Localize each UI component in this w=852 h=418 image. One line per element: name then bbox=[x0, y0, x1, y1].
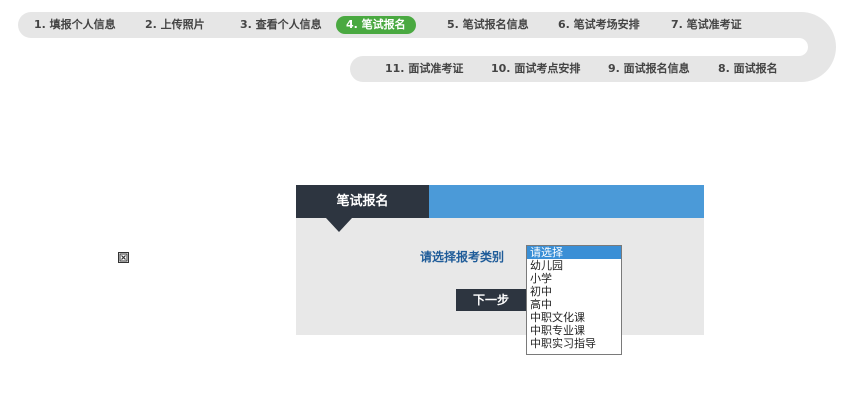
step-8-interview-signup[interactable]: 8. 面试报名 bbox=[718, 60, 778, 78]
step-5-written-signup-info[interactable]: 5. 笔试报名信息 bbox=[447, 16, 529, 34]
category-option[interactable]: 中职专业课 bbox=[527, 324, 621, 337]
category-option[interactable]: 高中 bbox=[527, 298, 621, 311]
step-10-interview-site-arrangement[interactable]: 10. 面试考点安排 bbox=[491, 60, 580, 78]
step-2-upload-photo[interactable]: 2. 上传照片 bbox=[145, 16, 205, 34]
step-7-written-admission-ticket[interactable]: 7. 笔试准考证 bbox=[671, 16, 742, 34]
step-4-written-signup[interactable]: 4. 笔试报名 bbox=[336, 16, 416, 34]
step-track-curve-gap bbox=[740, 38, 808, 56]
step-1-fill-info[interactable]: 1. 填报个人信息 bbox=[34, 16, 116, 34]
category-label: 请选择报考类别 bbox=[420, 250, 505, 264]
step-11-interview-admission-ticket[interactable]: 11. 面试准考证 bbox=[385, 60, 463, 78]
category-option[interactable]: 请选择 bbox=[527, 246, 621, 259]
category-select-listbox[interactable]: 请选择 幼儿园 小学 初中 高中 中职文化课 中职专业课 中职实习指导 bbox=[526, 245, 622, 355]
panel-tab-pointer bbox=[326, 218, 352, 232]
broken-image-icon bbox=[118, 252, 129, 263]
category-option[interactable]: 初中 bbox=[527, 285, 621, 298]
next-step-button[interactable]: 下一步 bbox=[456, 289, 526, 311]
step-9-interview-signup-info[interactable]: 9. 面试报名信息 bbox=[608, 60, 690, 78]
step-3-view-info[interactable]: 3. 查看个人信息 bbox=[240, 16, 322, 34]
category-option[interactable]: 中职文化课 bbox=[527, 311, 621, 324]
panel-tab-title: 笔试报名 bbox=[296, 185, 429, 218]
written-signup-panel: 笔试报名 请选择报考类别 下一步 bbox=[296, 185, 704, 335]
category-option[interactable]: 小学 bbox=[527, 272, 621, 285]
category-option[interactable]: 中职实习指导 bbox=[527, 337, 621, 350]
category-option[interactable]: 幼儿园 bbox=[527, 259, 621, 272]
step-6-written-exam-arrangement[interactable]: 6. 笔试考场安排 bbox=[558, 16, 640, 34]
step-track: 1. 填报个人信息 2. 上传照片 3. 查看个人信息 4. 笔试报名 5. 笔… bbox=[0, 0, 852, 100]
